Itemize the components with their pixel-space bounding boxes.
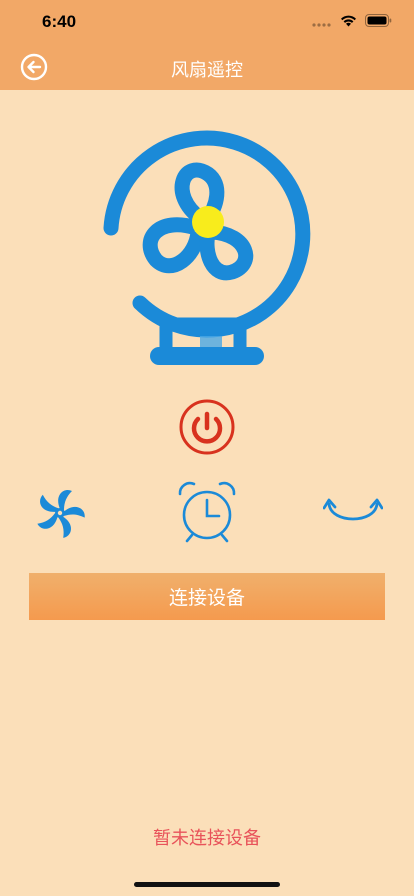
fan-device-icon xyxy=(103,130,311,365)
page-title: 风扇遥控 xyxy=(171,60,243,81)
connect-device-button[interactable]: 连接设备 xyxy=(29,573,385,620)
fan-blade-icon xyxy=(37,489,85,538)
battery-icon xyxy=(365,14,392,27)
nav-bar: 风扇遥控 xyxy=(0,44,414,90)
home-indicator xyxy=(134,882,280,887)
power-button[interactable] xyxy=(177,397,237,457)
alarm-clock-icon xyxy=(178,481,236,543)
connection-status-text: 暂未连接设备 xyxy=(153,828,261,849)
fan-device-logo xyxy=(100,128,316,370)
swing-arrows-icon xyxy=(322,498,384,521)
status-bar: 6:40 xyxy=(0,0,414,44)
fan-speed-button[interactable] xyxy=(32,485,88,541)
swing-button[interactable] xyxy=(322,492,384,534)
status-icons xyxy=(312,14,392,27)
power-icon xyxy=(179,399,235,455)
status-time: 6:40 xyxy=(42,12,77,31)
timer-button[interactable] xyxy=(176,480,238,544)
signal-icon xyxy=(312,22,331,27)
wifi-icon xyxy=(341,15,356,26)
